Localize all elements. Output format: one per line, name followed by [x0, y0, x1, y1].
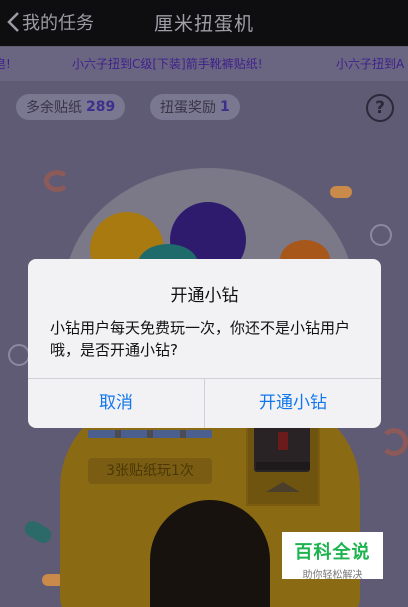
extra-stickers-badge: 多余贴纸 289	[16, 94, 126, 120]
dialog-message: 小钻用户每天免费玩一次，你还不是小钻用户哦，是否开通小钻?	[50, 319, 351, 359]
capsule-decoration	[44, 170, 70, 192]
extra-stickers-count: 289	[86, 99, 116, 115]
nav-bar: 我的任务 厘米扭蛋机	[0, 0, 408, 46]
watermark-subtitle: 助你轻松解决	[302, 570, 363, 581]
capsule-decoration	[380, 428, 408, 456]
watermark: 百科全说 助你轻松解决	[282, 532, 383, 581]
gacha-reward-count: 1	[220, 99, 230, 115]
ticker-item: 小六子扭到C级[下装]箭手靴裤贴纸!	[72, 57, 263, 71]
cancel-button[interactable]: 取消	[28, 379, 204, 428]
extra-stickers-label: 多余贴纸	[26, 100, 82, 116]
capsule-decoration	[8, 344, 30, 366]
coin-bar	[256, 462, 310, 470]
up-arrow-icon	[266, 482, 300, 492]
gacha-reward-label: 扭蛋奖励	[160, 100, 216, 116]
subscribe-dialog: 开通小钻 小钻用户每天免费玩一次，你还不是小钻用户哦，是否开通小钻? 取消 开通…	[28, 259, 381, 428]
open-vip-button[interactable]: 开通小钻	[205, 379, 381, 428]
gacha-reward-badge: 扭蛋奖励 1	[150, 94, 240, 120]
news-ticker: 皂! 小六子扭到C级[下装]箭手靴裤贴纸! 小六子扭到A	[0, 47, 408, 81]
watermark-title: 百科全说	[294, 542, 371, 563]
dialog-title: 开通小钻	[170, 286, 239, 306]
coin-slot	[276, 430, 290, 452]
capsule-decoration	[21, 518, 55, 546]
capsule-decoration	[330, 186, 352, 198]
ticker-item: 皂!	[0, 57, 11, 71]
help-icon[interactable]: ?	[366, 94, 394, 122]
ticker-item: 小六子扭到A	[336, 57, 405, 71]
slot-bar	[88, 430, 212, 438]
price-label: 3张贴纸玩1次	[88, 458, 212, 484]
capsule-decoration	[370, 224, 392, 246]
page-title: 厘米扭蛋机	[153, 13, 254, 35]
